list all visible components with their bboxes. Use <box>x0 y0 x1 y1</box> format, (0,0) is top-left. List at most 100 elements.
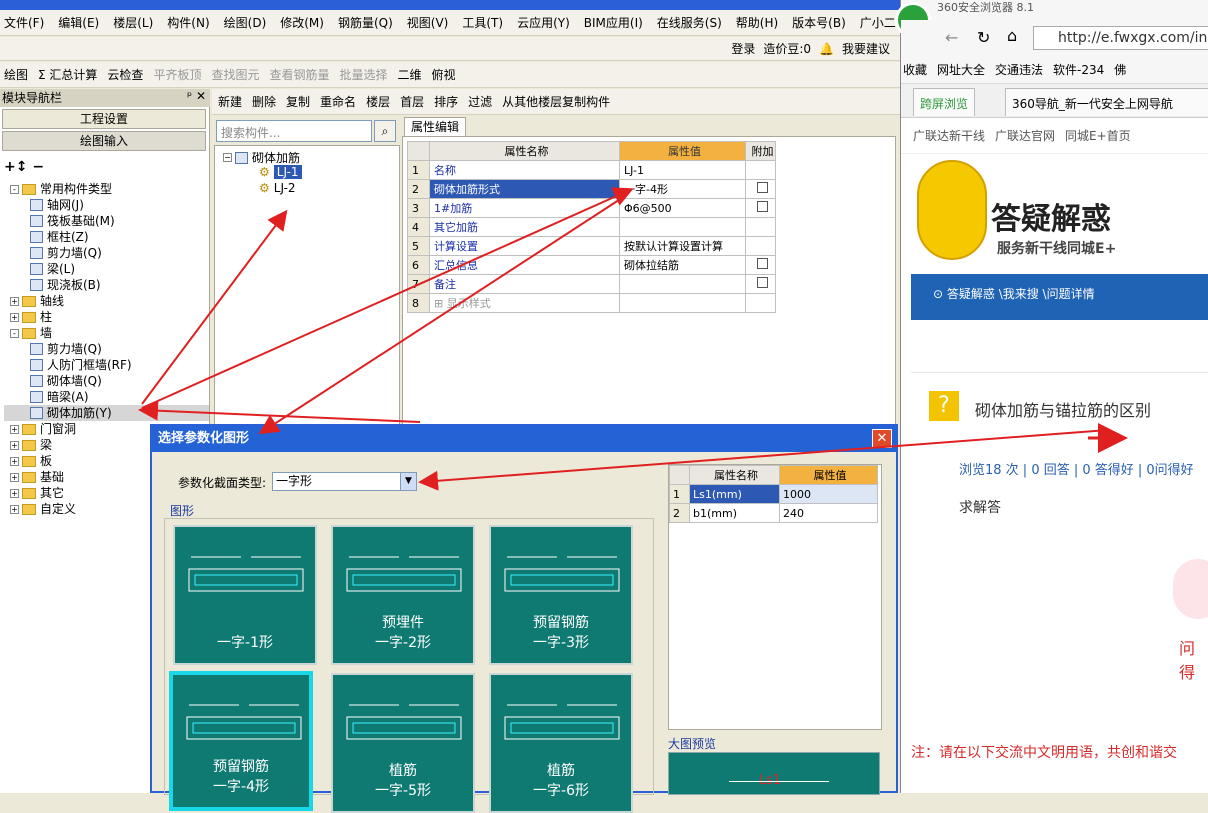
tree-node[interactable]: 暗梁(A) <box>4 389 209 405</box>
prop-row[interactable]: 3 1#加筋 Φ6@500 <box>407 198 776 218</box>
chevron-down-icon[interactable]: ▼ <box>400 473 416 490</box>
expand-icon[interactable]: + <box>10 504 19 514</box>
menu-item[interactable]: 版本号(B) <box>792 14 846 31</box>
breadcrumb-text[interactable]: 答疑解惑 \我来搜 \问题详情 <box>947 287 1095 301</box>
prop-row[interactable]: 4 其它加筋 <box>407 217 776 237</box>
search-input[interactable]: 搜索构件... <box>216 120 372 142</box>
expand-icon[interactable]: + <box>10 440 19 450</box>
prop-extra[interactable] <box>745 293 776 313</box>
prop-row[interactable]: 7 备注 <box>407 274 776 294</box>
comp-toolbar-item[interactable]: 排序 <box>434 93 458 110</box>
prop-value[interactable]: Φ6@500 <box>619 198 746 218</box>
param-row[interactable]: 1 Ls1(mm) 1000 <box>669 484 878 504</box>
tree-node[interactable]: 框柱(Z) <box>4 229 209 245</box>
comp-toolbar-item[interactable]: 从其他楼层复制构件 <box>502 93 610 110</box>
toolbar-item[interactable]: 查找图元 <box>211 66 259 83</box>
prop-extra[interactable] <box>745 179 776 199</box>
section-type-select[interactable]: 一字形 ▼ <box>272 472 417 491</box>
home-icon[interactable]: ⌂ <box>1007 26 1017 45</box>
expand-collapse-icon[interactable]: +↕ − <box>4 159 44 175</box>
favorite-link[interactable]: 佛 <box>1114 61 1126 78</box>
prop-extra[interactable] <box>745 160 776 180</box>
expand-icon[interactable]: + <box>10 472 19 482</box>
comp-toolbar-item[interactable]: 楼层 <box>366 93 390 110</box>
comp-root[interactable]: − 砌体加筋 <box>223 149 300 166</box>
expand-icon[interactable]: - <box>10 184 19 194</box>
toolbar-item[interactable]: 俯视 <box>432 66 456 83</box>
collapse-icon[interactable]: − <box>223 153 232 162</box>
tree-node[interactable]: + 柱 <box>4 309 209 325</box>
prop-extra[interactable] <box>745 198 776 218</box>
prop-extra[interactable] <box>745 274 776 294</box>
comp-toolbar-item[interactable]: 首层 <box>400 93 424 110</box>
menu-item[interactable]: 楼层(L) <box>113 14 153 31</box>
comp-toolbar-item[interactable]: 删除 <box>252 93 276 110</box>
prop-value[interactable]: LJ-1 <box>619 160 746 180</box>
prop-value[interactable] <box>619 274 746 294</box>
menu-item[interactable]: 文件(F) <box>4 14 44 31</box>
shape-option[interactable]: 预留钢筋 一字-4形 <box>169 671 313 811</box>
toolbar-item[interactable]: 平齐板顶 <box>153 66 201 83</box>
prop-value[interactable] <box>619 293 746 313</box>
menu-item[interactable]: 在线服务(S) <box>657 14 722 31</box>
checkbox[interactable] <box>757 258 768 269</box>
menu-item[interactable]: 绘图(D) <box>224 14 267 31</box>
toolbar-item[interactable]: 查看钢筋量 <box>269 66 329 83</box>
search-icon[interactable]: ⌕ <box>374 120 396 142</box>
prop-row[interactable]: 2 砌体加筋形式 一字-4形 <box>407 179 776 199</box>
expand-icon[interactable]: + <box>10 456 19 466</box>
favorite-link[interactable]: 收藏 <box>903 61 927 78</box>
shape-option[interactable]: 一字-1形 <box>173 525 317 665</box>
prop-value[interactable] <box>619 217 746 237</box>
tree-node[interactable]: - 常用构件类型 <box>4 181 209 197</box>
drawing-input-button[interactable]: 绘图输入 <box>2 131 206 151</box>
menu-item[interactable]: 构件(N) <box>167 14 209 31</box>
toolbar-item[interactable]: 二维 <box>398 66 422 83</box>
menu-item[interactable]: 钢筋量(Q) <box>338 14 393 31</box>
site-link[interactable]: 广联达新干线 <box>913 127 985 144</box>
tree-node[interactable]: 轴网(J) <box>4 197 209 213</box>
bell-icon[interactable]: 🔔 <box>819 42 834 56</box>
expand-icon[interactable]: + <box>10 488 19 498</box>
menu-item[interactable]: 视图(V) <box>407 14 449 31</box>
prop-row[interactable]: 6 汇总信息 砌体拉结筋 <box>407 255 776 275</box>
suggest-link[interactable]: 我要建议 <box>842 40 890 57</box>
shape-option[interactable]: 预留钢筋 一字-3形 <box>489 525 633 665</box>
prop-extra[interactable] <box>745 236 776 256</box>
comp-item-lj1[interactable]: ⚙ LJ-1 <box>259 165 302 179</box>
prop-row[interactable]: 8 ⊞ 显示样式 <box>407 293 776 313</box>
toolbar-item[interactable]: 云检查 <box>107 66 143 83</box>
site-link[interactable]: 同城E+首页 <box>1065 127 1131 144</box>
tree-node[interactable]: 剪力墙(Q) <box>4 341 209 357</box>
prop-value[interactable]: 一字-4形 <box>619 179 746 199</box>
param-value[interactable]: 240 <box>779 503 878 523</box>
shape-option[interactable]: 植筋 一字-5形 <box>331 673 475 813</box>
comp-toolbar-item[interactable]: 重命名 <box>320 93 356 110</box>
site-link[interactable]: 广联达官网 <box>995 127 1055 144</box>
favorite-link[interactable]: 交通违法 <box>995 61 1043 78</box>
tree-node[interactable]: + 轴线 <box>4 293 209 309</box>
tree-node[interactable]: 砌体墙(Q) <box>4 373 209 389</box>
close-icon[interactable]: ✕ <box>872 429 892 448</box>
toolbar-item[interactable]: Σ 汇总计算 <box>38 66 97 83</box>
comp-toolbar-item[interactable]: 复制 <box>286 93 310 110</box>
prop-extra[interactable] <box>745 217 776 237</box>
menu-item[interactable]: 云应用(Y) <box>517 14 570 31</box>
checkbox[interactable] <box>757 277 768 288</box>
expand-icon[interactable]: + <box>10 312 19 322</box>
menu-item[interactable]: 帮助(H) <box>736 14 778 31</box>
expand-icon[interactable]: + <box>10 424 19 434</box>
prop-row[interactable]: 1 名称 LJ-1 <box>407 160 776 180</box>
comp-item-lj2[interactable]: ⚙ LJ-2 <box>259 181 296 195</box>
menu-item[interactable]: BIM应用(I) <box>584 14 643 31</box>
menu-item[interactable]: 广小二 <box>860 14 896 31</box>
address-bar[interactable]: http://e.fwxgx.com/inde <box>1033 26 1208 50</box>
checkbox[interactable] <box>757 182 768 193</box>
tree-node[interactable]: -墙 <box>4 325 209 341</box>
expand-icon[interactable]: + <box>10 296 19 306</box>
favorite-link[interactable]: 软件-234 <box>1053 61 1104 78</box>
tab-360-nav[interactable]: 360导航_新一代安全上网导航 <box>1005 88 1208 116</box>
menu-item[interactable]: 编辑(E) <box>58 14 99 31</box>
expand-icon[interactable]: - <box>10 328 19 338</box>
menu-item[interactable]: 工具(T) <box>462 14 503 31</box>
